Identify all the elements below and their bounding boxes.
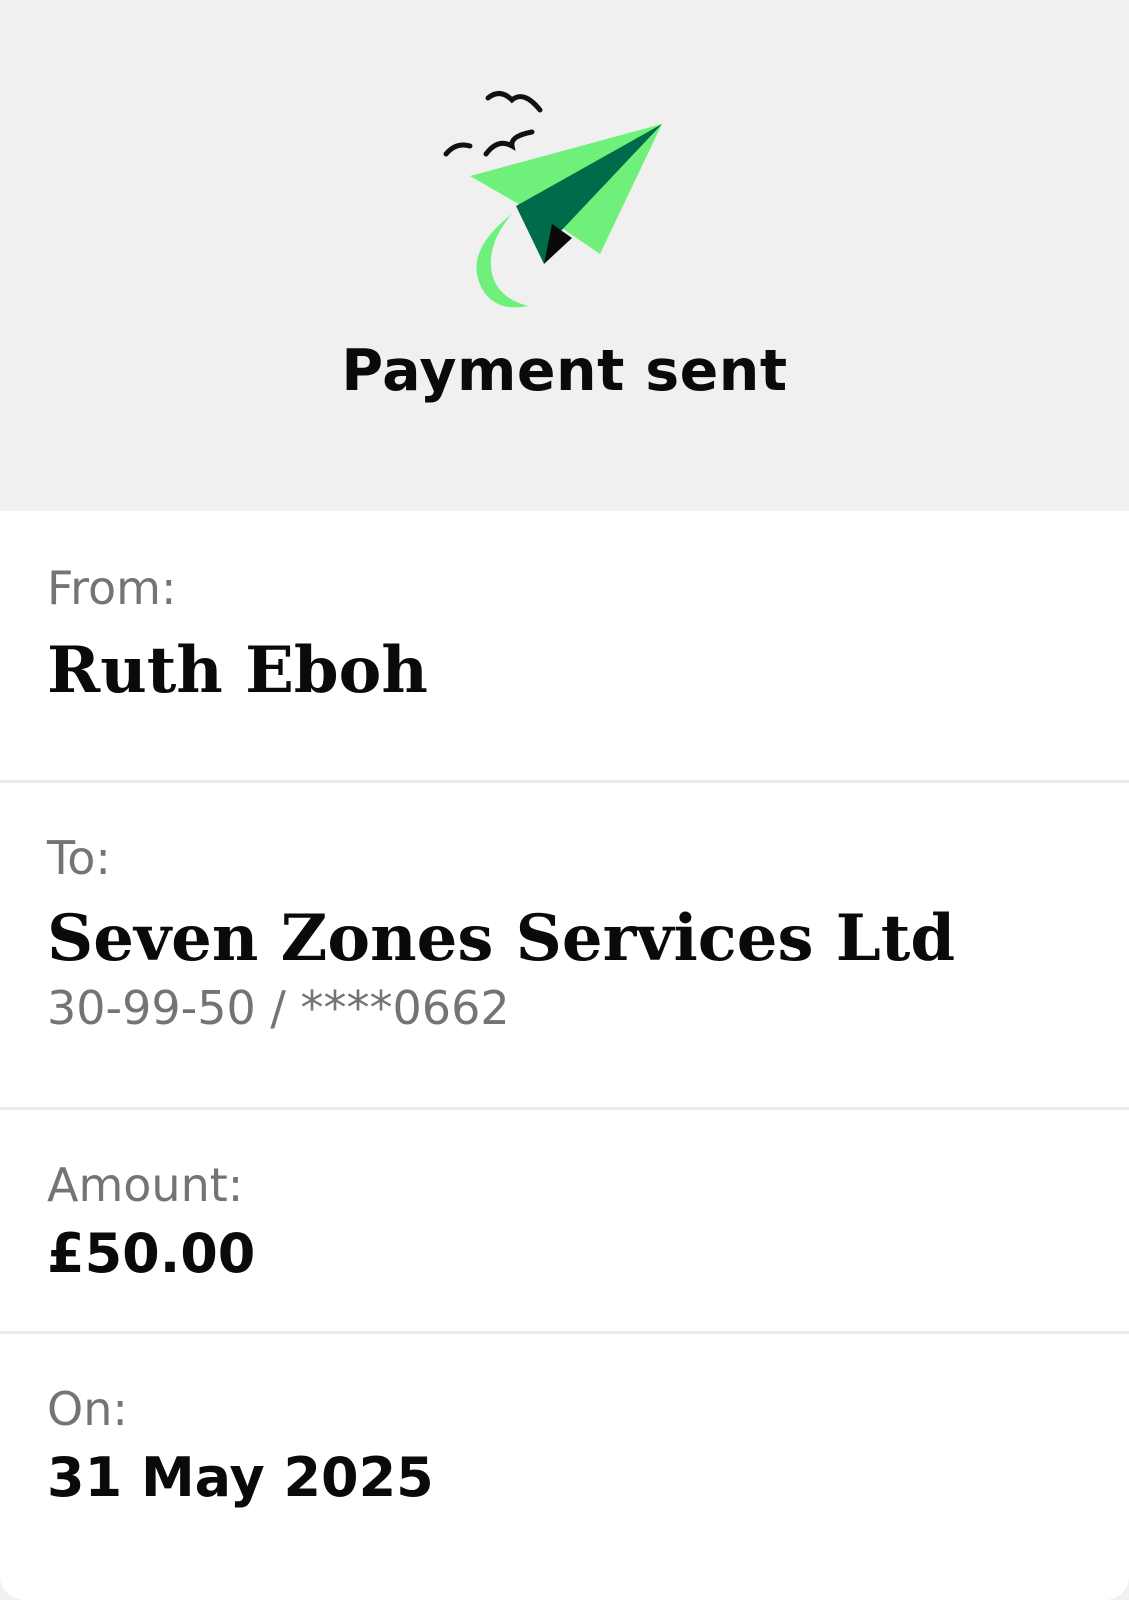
date-value: 31 May 2025 xyxy=(47,1446,434,1509)
payment-details: From: Ruth Eboh To: Seven Zones Services… xyxy=(0,511,1129,1600)
receipt-header: Payment sent xyxy=(0,0,1129,511)
amount-label: Amount: xyxy=(47,1158,244,1212)
payment-receipt: Payment sent From: Ruth Eboh To: Seven Z… xyxy=(0,0,1129,1600)
amount-value: £50.00 xyxy=(47,1222,256,1285)
paper-plane-icon xyxy=(443,91,662,308)
from-name: Ruth Eboh xyxy=(47,633,428,708)
to-row: To: Seven Zones Services Ltd 30-99-50 / … xyxy=(0,783,1129,1110)
to-name: Seven Zones Services Ltd xyxy=(47,901,956,976)
amount-row: Amount: £50.00 xyxy=(0,1110,1129,1334)
to-label: To: xyxy=(47,831,111,885)
date-row: On: 31 May 2025 xyxy=(0,1334,1129,1600)
from-row: From: Ruth Eboh xyxy=(0,511,1129,783)
page-title: Payment sent xyxy=(341,338,788,404)
from-label: From: xyxy=(47,561,177,615)
account-details: 30-99-50 / ****0662 xyxy=(47,981,510,1035)
date-label: On: xyxy=(47,1382,128,1436)
